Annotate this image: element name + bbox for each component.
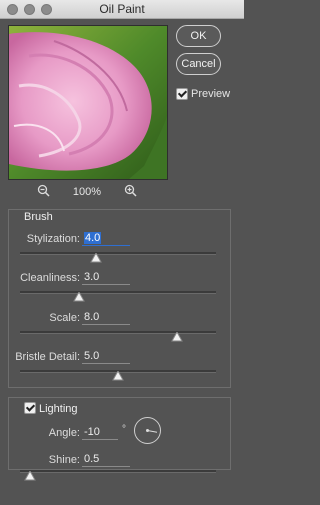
shine-field[interactable]: 0.5 [82,452,130,467]
angle-label: Angle: [48,427,80,439]
angle-dial[interactable] [134,417,161,444]
zoom-bar: 100% [0,184,176,200]
stylization-value: 4.0 [84,232,102,244]
flower-image [9,26,167,179]
degree-unit: ° [122,424,126,435]
preview-image[interactable] [8,25,168,180]
scale-label: Scale: [49,312,80,324]
stylization-slider-track[interactable] [20,252,216,255]
cleanliness-field[interactable]: 3.0 [82,270,130,285]
angle-field[interactable]: -10 [82,425,118,440]
bristle-detail-field[interactable]: 5.0 [82,349,130,364]
zoom-out-icon[interactable] [37,184,51,198]
shine-slider-thumb[interactable] [23,471,36,481]
lighting-legend: Lighting [39,403,78,415]
stylization-field[interactable]: 4.0 [82,231,130,246]
bristle-detail-slider-thumb[interactable] [112,371,124,381]
scale-slider-track[interactable] [20,331,216,334]
scale-slider-thumb[interactable] [170,332,183,342]
title-bar: Oil Paint [0,0,244,19]
preview-checkbox[interactable] [176,88,188,100]
angle-dial-indicator-icon [146,429,158,433]
zoom-level: 100% [72,186,102,198]
brush-legend: Brush [24,211,53,223]
ok-button[interactable]: OK [176,25,221,47]
zoom-in-icon[interactable] [124,184,138,198]
shine-label: Shine: [48,454,80,466]
cleanliness-label: Cleanliness: [20,272,80,284]
preview-label: Preview [191,88,231,100]
stylization-label: Stylization: [26,233,80,245]
cancel-button[interactable]: Cancel [176,53,221,75]
lighting-checkbox[interactable] [24,402,36,414]
cleanliness-slider-thumb[interactable] [72,292,85,302]
scale-field[interactable]: 8.0 [82,310,130,325]
stylization-slider-thumb[interactable] [90,253,103,263]
shine-slider-track[interactable] [20,470,216,473]
cleanliness-slider-track[interactable] [20,291,216,294]
bristle-detail-label: Bristle Detail: [15,351,80,363]
window-title: Oil Paint [99,2,145,16]
